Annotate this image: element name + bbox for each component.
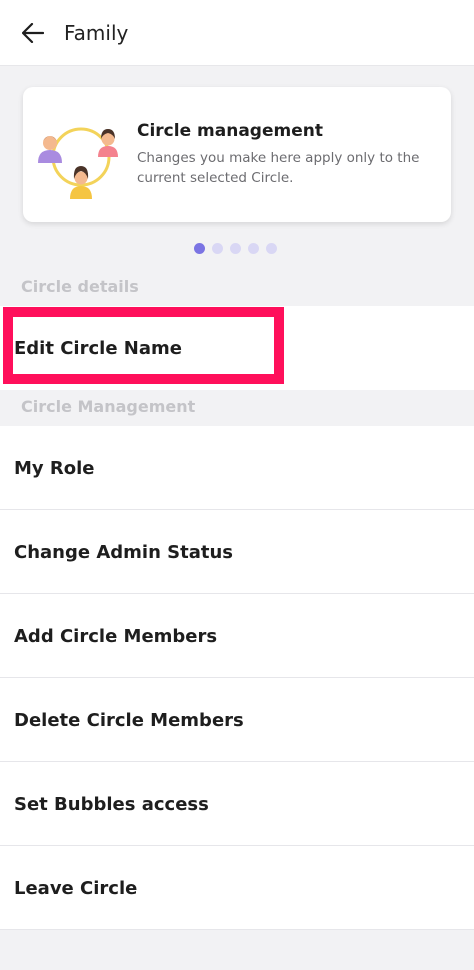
info-card-title: Circle management (137, 121, 323, 141)
edit-circle-name-item[interactable]: Edit Circle Name (0, 306, 474, 390)
leave-circle-item[interactable]: Leave Circle (0, 846, 474, 930)
list-item-label: Leave Circle (14, 877, 138, 899)
list-item-label: Add Circle Members (14, 625, 218, 647)
delete-circle-members-item[interactable]: Delete Circle Members (0, 678, 474, 762)
divider (0, 929, 474, 930)
my-role-item[interactable]: My Role (0, 426, 474, 510)
info-card-text: Circle management Changes you make here … (137, 121, 433, 188)
circle-management-info-card: Circle management Changes you make here … (23, 87, 451, 222)
page-title: Family (64, 20, 129, 45)
list-item-label: My Role (14, 457, 95, 479)
section-header-circle-management: Circle Management (21, 397, 196, 416)
pager-dot[interactable] (230, 243, 241, 254)
add-circle-members-item[interactable]: Add Circle Members (0, 594, 474, 678)
list-item-label: Edit Circle Name (14, 337, 182, 359)
list-item-label: Set Bubbles access (14, 793, 209, 815)
circle-members-icon (38, 127, 118, 199)
app-header: Family (0, 0, 474, 66)
carousel-pager (194, 243, 277, 254)
set-bubbles-access-item[interactable]: Set Bubbles access (0, 762, 474, 846)
list-item-label: Change Admin Status (14, 541, 234, 563)
section-header-circle-details: Circle details (21, 277, 139, 296)
change-admin-status-item[interactable]: Change Admin Status (0, 510, 474, 594)
arrow-left-icon (22, 22, 44, 43)
pager-dot-active[interactable] (194, 243, 205, 254)
list-item-label: Delete Circle Members (14, 709, 244, 731)
pager-dot[interactable] (266, 243, 277, 254)
back-button[interactable] (16, 16, 50, 50)
pager-dot[interactable] (212, 243, 223, 254)
info-card-description: Changes you make here apply only to the … (137, 150, 420, 186)
pager-dot[interactable] (248, 243, 259, 254)
